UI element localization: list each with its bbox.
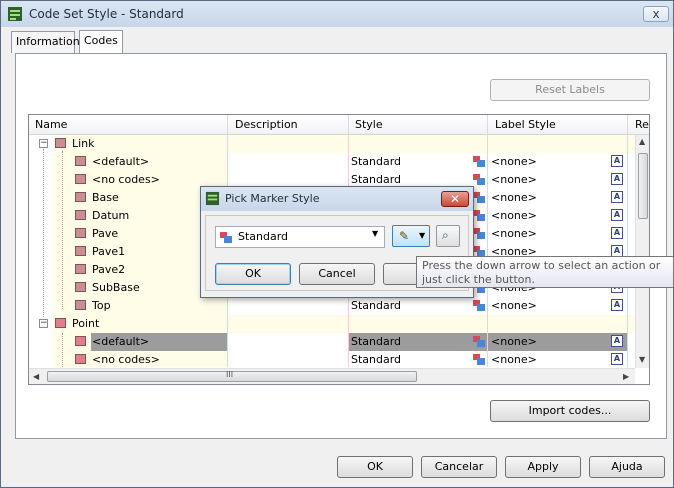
row-name: Datum xyxy=(92,209,130,222)
label-style-value[interactable]: <none> xyxy=(491,207,537,225)
label-style-value[interactable]: <none> xyxy=(491,225,537,243)
vertical-scrollbar[interactable]: ▲ ▼ xyxy=(635,135,649,368)
modal-title-bar: Pick Marker Style ✕ xyxy=(201,187,473,211)
label-style-picker-icon[interactable]: A xyxy=(611,155,623,167)
chevron-down-icon[interactable]: ▼ xyxy=(372,229,378,238)
app-icon xyxy=(8,7,22,21)
ok-button[interactable]: OK xyxy=(337,456,413,478)
label-style-value[interactable]: <none> xyxy=(491,297,537,315)
row-name: <no codes> xyxy=(92,173,160,186)
style-value[interactable]: Standard xyxy=(351,333,401,351)
row-name: <default> xyxy=(92,155,150,168)
point-code-icon xyxy=(55,318,66,328)
label-style-value[interactable]: <none> xyxy=(491,171,537,189)
label-style-picker-icon[interactable]: A xyxy=(611,209,623,221)
link-code-icon xyxy=(55,138,66,148)
label-style-picker-icon[interactable]: A xyxy=(611,335,623,347)
scroll-up-icon[interactable]: ▲ xyxy=(639,137,645,146)
pencil-icon: ✎ xyxy=(399,229,410,243)
tree-row-point[interactable]: − Point xyxy=(29,315,635,333)
vertical-scroll-thumb[interactable] xyxy=(638,153,648,219)
window-title: Code Set Style - Standard xyxy=(29,7,184,21)
app-icon xyxy=(205,191,220,206)
marker-style-icon xyxy=(220,232,232,243)
collapse-icon[interactable]: − xyxy=(39,319,48,328)
row-name: Pave1 xyxy=(92,245,126,258)
tab-codes[interactable]: Codes xyxy=(79,30,123,53)
label-style-picker-icon[interactable]: A xyxy=(611,299,623,311)
row-name: Pave xyxy=(92,227,119,240)
column-render[interactable]: Rer xyxy=(635,118,649,131)
column-label-style[interactable]: Label Style xyxy=(495,118,556,131)
selected-style-value: Standard xyxy=(238,230,289,243)
scroll-grip: III xyxy=(226,370,234,379)
column-description[interactable]: Description xyxy=(235,118,298,131)
table-row[interactable]: <no codes> Standard <none> A xyxy=(29,351,635,369)
help-button[interactable]: Ajuda xyxy=(589,456,665,478)
row-name: Top xyxy=(92,299,111,312)
close-icon[interactable]: ✕ xyxy=(441,191,469,207)
label-style-value[interactable]: <none> xyxy=(491,153,537,171)
tree-row-link[interactable]: − Link xyxy=(29,135,635,153)
tooltip: Press the down arrow to select an action… xyxy=(416,256,674,288)
style-picker-icon[interactable] xyxy=(473,354,485,365)
label-style-picker-icon[interactable]: A xyxy=(611,353,623,365)
style-picker-icon[interactable] xyxy=(473,156,485,167)
label-style-picker-icon[interactable]: A xyxy=(611,173,623,185)
table-row[interactable]: Top Standard <none> A xyxy=(29,297,635,315)
cancel-button[interactable]: Cancelar xyxy=(421,456,497,478)
edit-style-split-button[interactable]: ✎ ▼ xyxy=(392,225,430,247)
reset-labels-button[interactable]: Reset Labels xyxy=(490,79,650,101)
import-codes-button[interactable]: Import codes... xyxy=(490,400,650,422)
column-style[interactable]: Style xyxy=(355,118,383,131)
table-row[interactable]: <default> Standard <none> A xyxy=(29,153,635,171)
style-picker-icon[interactable] xyxy=(473,336,485,347)
column-name[interactable]: Name xyxy=(35,118,67,131)
horizontal-scrollbar[interactable]: ◀ III ▶ xyxy=(29,368,635,384)
row-name: Pave2 xyxy=(92,263,126,276)
label-style-picker-icon[interactable]: A xyxy=(611,227,623,239)
title-bar: Code Set Style - Standard x xyxy=(1,1,673,27)
modal-title: Pick Marker Style xyxy=(225,192,320,205)
row-name: <no codes> xyxy=(92,353,160,366)
label-style-picker-icon[interactable]: A xyxy=(611,191,623,203)
row-name: <default> xyxy=(92,335,150,348)
style-picker-icon[interactable] xyxy=(473,174,485,185)
link-code-icon xyxy=(75,156,86,166)
label-style-value[interactable]: <none> xyxy=(491,333,537,351)
scroll-left-icon[interactable]: ◀ xyxy=(33,372,39,381)
magnifier-icon: ⌕ xyxy=(442,228,449,242)
label-style-value[interactable]: <none> xyxy=(491,189,537,207)
collapse-icon[interactable]: − xyxy=(39,139,48,148)
style-value[interactable]: Standard xyxy=(351,351,401,369)
row-name: Link xyxy=(72,137,95,150)
marker-style-select[interactable]: Standard ▼ xyxy=(215,226,385,248)
style-value[interactable]: Standard xyxy=(351,297,401,315)
apply-button[interactable]: Apply xyxy=(505,456,581,478)
modal-ok-button[interactable]: OK xyxy=(215,263,291,285)
grid-header: Name Description Style Label Style Rer xyxy=(29,115,649,135)
label-style-value[interactable]: <none> xyxy=(491,351,537,369)
style-picker-icon[interactable] xyxy=(473,210,485,221)
scroll-right-icon[interactable]: ▶ xyxy=(623,372,629,381)
style-value[interactable]: Standard xyxy=(351,153,401,171)
row-name: Base xyxy=(92,191,119,204)
horizontal-scroll-thumb[interactable]: III xyxy=(47,370,417,382)
modal-cancel-button[interactable]: Cancel xyxy=(299,263,375,285)
row-name: Point xyxy=(72,317,100,330)
row-name: SubBase xyxy=(92,281,140,294)
scroll-down-icon[interactable]: ▼ xyxy=(639,355,645,364)
style-picker-icon[interactable] xyxy=(473,300,485,311)
close-button[interactable]: x xyxy=(643,6,669,22)
tab-information[interactable]: Information xyxy=(11,31,80,53)
preview-button[interactable]: ⌕ xyxy=(436,225,460,247)
style-picker-icon[interactable] xyxy=(473,228,485,239)
chevron-down-icon[interactable]: ▼ xyxy=(419,231,425,240)
style-picker-icon[interactable] xyxy=(473,192,485,203)
table-row-selected[interactable]: <default> Standard <none> A xyxy=(29,333,635,351)
